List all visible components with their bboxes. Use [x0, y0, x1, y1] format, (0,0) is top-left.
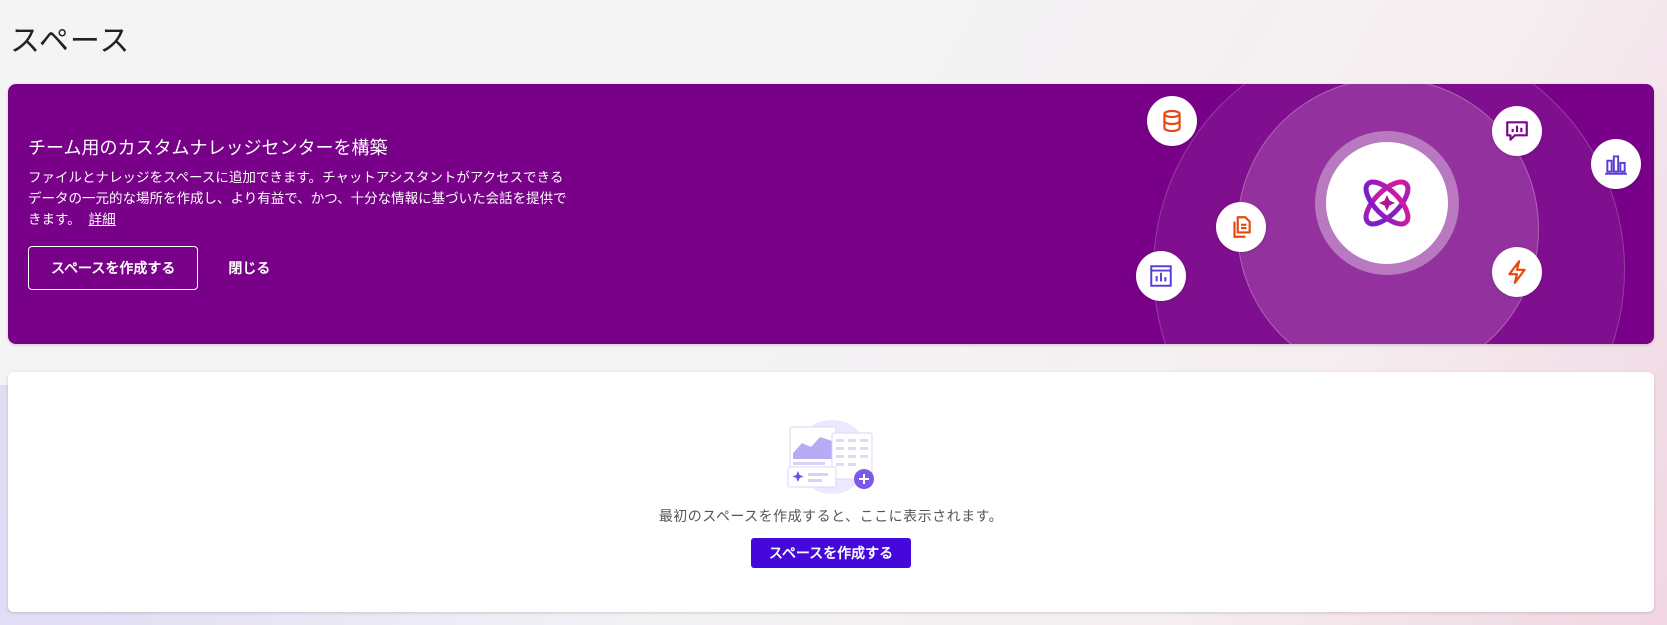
- database-bubble: [1147, 96, 1197, 146]
- bar-chart-bubble: [1591, 139, 1641, 189]
- assistant-logo-icon: [1363, 179, 1411, 227]
- middle-ring: [1237, 84, 1539, 344]
- report-icon: [1150, 265, 1172, 287]
- documents-icon: [1233, 216, 1251, 238]
- page-title: スペース: [10, 24, 131, 59]
- banner-close-button[interactable]: 閉じる: [218, 246, 280, 290]
- center-circle: [1326, 142, 1448, 264]
- lightning-icon: [1508, 260, 1526, 284]
- inner-ring: [1315, 131, 1459, 275]
- empty-state-card: 最初のスペースを作成すると、ここに表示されます。 スペースを作成する: [8, 372, 1654, 612]
- empty-state-message: 最初のスペースを作成すると、ここに表示されます。: [658, 509, 1004, 525]
- bar-chart-icon: [1605, 155, 1627, 175]
- database-icon: [1163, 109, 1181, 133]
- empty-spaces-illustration: [787, 420, 874, 494]
- learn-more-link[interactable]: 詳細: [89, 212, 116, 228]
- outer-ring: [1153, 84, 1625, 344]
- create-space-button[interactable]: スペースを作成する: [751, 538, 911, 568]
- banner-actions: スペースを作成する 閉じる: [28, 246, 280, 290]
- banner-description: ファイルとナレッジをスペースに追加できます。チャットアシスタントがアクセスできる…: [28, 168, 568, 231]
- documents-bubble: [1216, 202, 1266, 252]
- banner-title: チーム用のカスタムナレッジセンターを構築: [28, 138, 388, 159]
- chat-icon: [1506, 121, 1528, 141]
- lightning-bubble: [1492, 247, 1542, 297]
- report-bubble: [1136, 251, 1186, 301]
- knowledge-center-banner: チーム用のカスタムナレッジセンターを構築 ファイルとナレッジをスペースに追加でき…: [8, 84, 1654, 344]
- banner-create-space-button[interactable]: スペースを作成する: [28, 246, 199, 290]
- banner-text: チーム用のカスタムナレッジセンターを構築 ファイルとナレッジをスペースに追加でき…: [28, 134, 568, 231]
- chat-bubble: [1492, 106, 1542, 156]
